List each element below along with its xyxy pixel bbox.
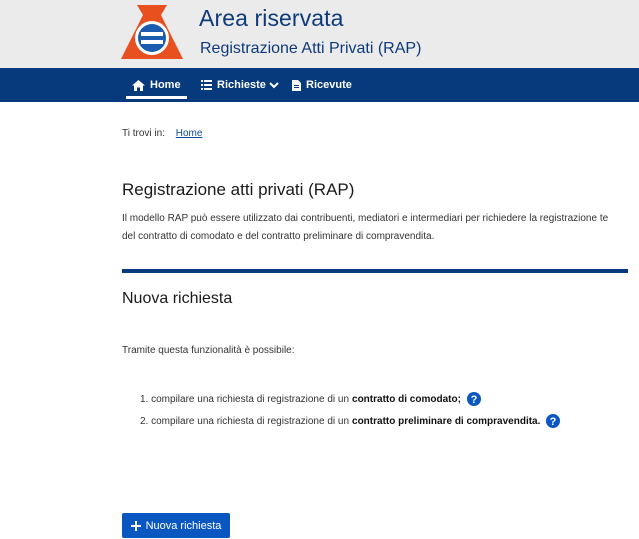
plus-icon	[130, 520, 141, 531]
nav-ricevute[interactable]: Ricevute	[292, 68, 352, 102]
breadcrumb: Ti trovi in: Home	[122, 128, 202, 139]
site-header: Area riservata Registrazione Atti Privat…	[0, 0, 639, 68]
section-lead: Tramite questa funzionalità è possibile:	[122, 345, 295, 356]
intro-line-2: del contratto di comodato e del contratt…	[122, 231, 435, 242]
chevron-down-icon	[269, 81, 279, 89]
page-title: Registrazione atti privati (RAP)	[122, 180, 355, 199]
home-icon	[132, 79, 145, 91]
new-request-label: Nuova richiesta	[145, 519, 222, 532]
nav-home-label: Home	[150, 79, 181, 91]
step-text: compilare una richiesta di registrazione…	[151, 415, 350, 427]
site-subtitle: Registrazione Atti Privati (RAP)	[200, 40, 422, 57]
nav-home[interactable]: Home	[126, 68, 187, 102]
new-request-button[interactable]: Nuova richiesta	[122, 513, 230, 538]
breadcrumb-prefix: Ti trovi in:	[122, 128, 165, 139]
nav-ricevute-label: Ricevute	[306, 79, 352, 91]
list-item: 1. compilare una richiesta di registrazi…	[140, 388, 560, 410]
step-number: 1.	[140, 393, 149, 405]
agenzia-entrate-logo	[121, 5, 183, 59]
help-circle-icon[interactable]: ?	[546, 414, 561, 428]
step-bold: contratto preliminare di compravendita.	[352, 415, 541, 427]
steps-list: 1. compilare una richiesta di registrazi…	[140, 388, 561, 432]
breadcrumb-home-link[interactable]: Home	[176, 128, 203, 139]
section-divider	[122, 269, 628, 273]
svg-text:?: ?	[471, 394, 478, 406]
document-icon	[292, 79, 301, 91]
svg-text:?: ?	[550, 416, 557, 428]
intro-text: Il modello RAP può essere utilizzato dai…	[122, 210, 639, 246]
section-title: Nuova richiesta	[122, 290, 233, 307]
list-item: 2. compilare una richiesta di registrazi…	[140, 410, 561, 432]
help-circle-icon[interactable]: ?	[466, 392, 481, 406]
step-bold: contratto di comodato;	[352, 393, 461, 405]
list-icon	[201, 80, 212, 90]
intro-line-1: Il modello RAP può essere utilizzato dai…	[122, 213, 609, 224]
step-number: 2.	[140, 415, 149, 427]
step-text: compilare una richiesta di registrazione…	[151, 393, 350, 405]
nav-richieste[interactable]: Richieste	[201, 68, 279, 102]
nav-richieste-label: Richieste	[217, 79, 266, 91]
main-navbar: Home Richieste Ricevute	[0, 68, 639, 102]
site-title: Area riservata	[199, 5, 344, 31]
